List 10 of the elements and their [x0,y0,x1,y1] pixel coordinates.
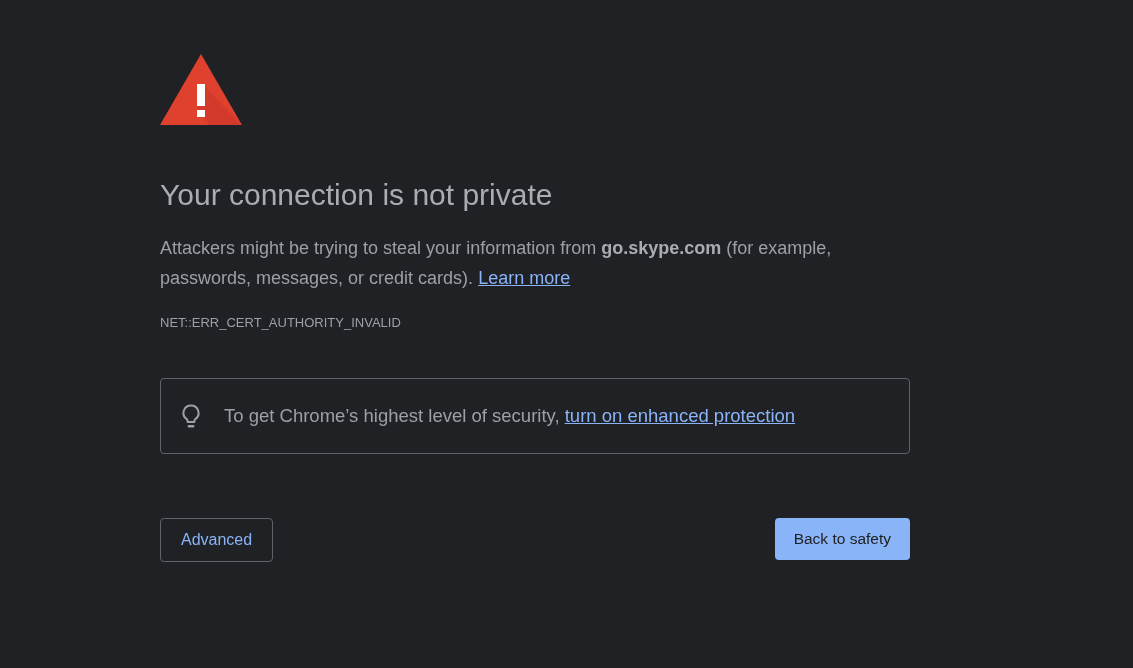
page-heading: Your connection is not private [160,177,553,213]
warning-message: Attackers might be trying to steal your information from go.skype.com (for example, passwords, messages, or credit cards). Learn more [160,237,833,290]
warning-triangle-icon [160,54,242,125]
enhanced-protection-text: To get Chrome’s highest level of security, turn on enhanced protection [224,404,796,428]
back-to-safety-button[interactable]: Back to safety [774,518,910,560]
error-code: NET::ERR_CERT_AUTHORITY_INVALID [160,314,401,332]
lightbulb-icon [182,403,200,429]
advanced-button[interactable]: Advanced [160,518,274,562]
learn-more-link[interactable]: Learn more [478,268,571,288]
enhanced-protection-link[interactable]: turn on enhanced protection [564,405,796,426]
